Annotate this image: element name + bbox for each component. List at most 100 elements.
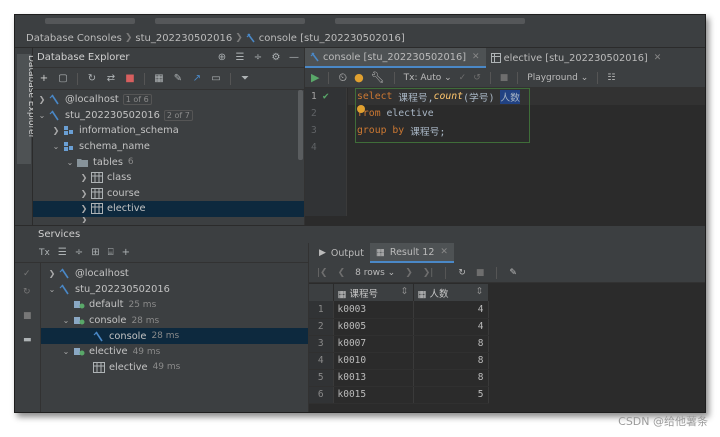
add-icon[interactable]: + [122, 247, 130, 258]
intention-bulb-icon[interactable] [357, 105, 365, 113]
tree-node-student[interactable]: ❯ student [33, 217, 304, 223]
folder-icon [77, 157, 89, 168]
table-row[interactable]: 3 k0007 8 [309, 335, 489, 353]
expand-all-icon[interactable]: ÷ [252, 51, 264, 63]
database-explorer-rail-tab[interactable]: Database Explorer [17, 54, 36, 164]
check-icon[interactable]: ✓ [23, 269, 33, 279]
breadcrumb-item-schema[interactable]: stu_202230502016 [135, 33, 232, 44]
refresh-icon[interactable]: ↻ [458, 268, 466, 278]
expand-all-icon[interactable]: ☰ [58, 247, 67, 258]
wrench-icon[interactable]: 🔧︎ [371, 71, 385, 84]
cell-course-id[interactable]: k0013 [333, 369, 414, 387]
rollback-icon[interactable]: ↺ [473, 73, 481, 83]
svc-node-console-child[interactable]: console 28 ms [41, 328, 308, 344]
cell-count[interactable]: 4 [413, 318, 489, 336]
previous-page-icon[interactable]: ❮ [338, 268, 346, 278]
close-icon[interactable]: ✕ [440, 247, 448, 257]
table-row[interactable]: 2 k0005 4 [309, 318, 489, 336]
sql-editor[interactable]: select 课程号, count (学号) 人数 from elective gr… [357, 88, 702, 208]
last-page-icon[interactable]: ❯| [423, 268, 434, 278]
cell-course-id[interactable]: k0007 [333, 335, 414, 353]
table-row[interactable]: 1 k0003 4 [309, 301, 489, 319]
scrollbar[interactable] [298, 90, 303, 160]
collapse-all-icon[interactable]: ÷ [75, 247, 83, 258]
tab-console[interactable]: console [stu_202230502016] ✕ [305, 48, 486, 68]
tree-node-schema[interactable]: ⌄ stu_202230502016 2 of 7 [33, 108, 304, 124]
run-icon[interactable]: ▶ [311, 71, 319, 84]
cell-course-id[interactable]: k0005 [333, 318, 414, 336]
tree-node-information-schema[interactable]: ❯ information_schema [33, 123, 304, 139]
results-layout-icon[interactable]: ☷ [607, 73, 615, 83]
schema-refresh-icon[interactable]: ⇄ [104, 72, 118, 86]
console-open-icon[interactable]: ▭ [209, 72, 223, 86]
next-page-icon[interactable]: ❯ [405, 268, 413, 278]
jump-icon[interactable]: ↗ [190, 72, 204, 86]
menu-strip [15, 15, 705, 29]
layout-icon[interactable]: ⌸ [108, 247, 114, 258]
filter-icon[interactable]: ⏷ [238, 72, 252, 86]
cell-count[interactable]: 8 [413, 352, 489, 370]
stop-icon[interactable]: ■ [500, 73, 509, 83]
svc-node-default[interactable]: default 25 ms [41, 297, 308, 313]
rollback-icon[interactable]: ↻ [23, 287, 33, 297]
tree-node-course[interactable]: ❯ course [33, 186, 304, 202]
breadcrumb-item-console[interactable]: console [stu_202230502016] [259, 33, 405, 44]
cell-course-id[interactable]: k0010 [333, 352, 414, 370]
stop-icon[interactable]: ■ [476, 268, 485, 278]
rows-count-dropdown[interactable]: 8 rows ⌄ [355, 268, 395, 278]
copy-icon[interactable]: ▢ [56, 72, 70, 86]
svc-node-console[interactable]: ⌄ console 28 ms [41, 313, 308, 329]
table-row[interactable]: 5 k0013 8 [309, 369, 489, 387]
stop-icon[interactable]: ■ [123, 72, 137, 86]
tree-node-class[interactable]: ❯ class [33, 170, 304, 186]
tab-output[interactable]: ▶ Output [313, 243, 370, 263]
add-icon[interactable]: + [37, 72, 51, 86]
svc-node-elective[interactable]: ⌄ elective 49 ms [41, 344, 308, 360]
refresh-icon[interactable]: ↻ [85, 72, 99, 86]
collapse-all-icon[interactable]: ☰ [234, 51, 246, 63]
cell-count[interactable]: 8 [413, 369, 489, 387]
tab-elective[interactable]: elective [stu_202230502016] ✕ [486, 48, 668, 68]
svc-node-localhost[interactable]: ❯ @localhost [41, 266, 308, 282]
tx-icon[interactable]: Tx [39, 248, 50, 258]
cell-count[interactable]: 4 [413, 301, 489, 319]
first-page-icon[interactable]: |❮ [317, 268, 328, 278]
tab-label: elective [stu_202230502016] [503, 52, 648, 64]
tree-node-schema-name[interactable]: ⌄ schema_name [33, 139, 304, 155]
history-icon[interactable]: ⏲ [338, 71, 347, 85]
tab-result[interactable]: ▦ Result 12 ✕ [369, 243, 454, 263]
panel-title: Database Explorer [37, 52, 130, 63]
close-icon[interactable]: ✕ [654, 53, 662, 63]
svc-node-elective-child[interactable]: elective 49 ms [41, 360, 308, 376]
tree-node-tables[interactable]: ⌄ tables 6 [33, 154, 304, 170]
cell-course-id[interactable]: k0015 [333, 386, 414, 404]
cell-course-id[interactable]: k0003 [333, 301, 414, 319]
column-header[interactable]: ▦ 人数 ⇕ [413, 284, 489, 301]
gear-icon[interactable]: ⚙ [270, 51, 282, 63]
table-row[interactable]: 6 k0015 5 [309, 386, 489, 404]
stop-icon[interactable]: ■ [23, 311, 33, 321]
globe-icon[interactable]: ⊕ [216, 51, 228, 63]
edit-icon[interactable]: ✎ [171, 72, 185, 86]
cell-count[interactable]: 5 [413, 386, 489, 404]
close-icon[interactable]: ✕ [472, 52, 480, 62]
cell-count[interactable]: 8 [413, 335, 489, 353]
breadcrumb-item-consoles[interactable]: Database Consoles [26, 33, 122, 44]
group-icon[interactable]: ⊞ [91, 247, 99, 258]
explain-icon[interactable]: ● [354, 71, 364, 84]
table-icon[interactable]: ▦ [152, 72, 166, 86]
commit-icon[interactable]: ✓ [459, 73, 467, 83]
tree-label: console [89, 315, 127, 327]
table-row[interactable]: 4 k0010 8 [309, 352, 489, 370]
pin-icon[interactable]: ✎ [509, 268, 517, 278]
svc-node-schema[interactable]: ⌄ stu_202230502016 [41, 282, 308, 298]
tree-node-elective[interactable]: ❯ elective [33, 201, 304, 217]
tree-node-localhost[interactable]: ❯ @localhost 1 of 6 [33, 92, 304, 108]
tx-mode-dropdown[interactable]: Tx: Auto ⌄ [404, 73, 452, 83]
sort-icon[interactable]: ⇕ [476, 286, 484, 297]
column-header[interactable]: ▦ 课程号 ⇕ [333, 284, 414, 301]
layout-icon[interactable]: ▬ [23, 335, 33, 345]
sort-icon[interactable]: ⇕ [401, 286, 409, 297]
playground-dropdown[interactable]: Playground ⌄ [527, 73, 588, 83]
minimize-icon[interactable]: — [288, 51, 300, 63]
